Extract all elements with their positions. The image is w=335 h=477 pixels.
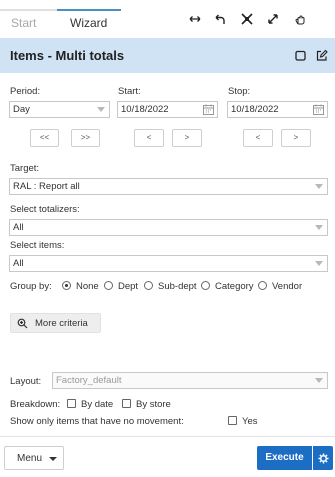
items-label: Select items: — [10, 240, 65, 251]
chevron-down-icon — [315, 261, 323, 266]
edit-icon[interactable] — [315, 49, 328, 62]
layout-label: Layout: — [10, 376, 42, 387]
resize-horizontal-icon[interactable] — [188, 12, 202, 26]
no-movement-label: Show only items that have no movement: — [10, 416, 184, 427]
chevron-down-icon — [315, 184, 323, 189]
group-by-subdept-label: Sub-dept — [158, 281, 197, 292]
start-date-input[interactable]: 10/18/2022 — [117, 101, 218, 118]
no-movement-checkbox[interactable] — [228, 416, 237, 425]
stop-date-input[interactable]: 10/18/2022 — [227, 101, 328, 118]
group-by-category-label: Category — [215, 281, 254, 292]
period-fast-back-button[interactable]: << — [30, 129, 59, 147]
target-value: RAL : Report all — [13, 181, 80, 192]
group-by-vendor-label: Vendor — [272, 281, 303, 292]
stop-back-button[interactable]: < — [243, 129, 273, 147]
execute-button[interactable]: Execute — [257, 446, 312, 470]
zoom-icon — [17, 318, 28, 329]
tab-bar: Start Wizard — [0, 0, 335, 38]
breakdown-by-date-label: By date — [81, 399, 114, 410]
totalizers-value: All — [13, 222, 24, 233]
period-fast-forward-button[interactable]: >> — [71, 129, 100, 147]
caret-down-icon — [49, 457, 57, 461]
totalizers-label: Select totalizers: — [10, 204, 80, 215]
start-back-button[interactable]: < — [134, 129, 164, 147]
collapse-icon[interactable] — [240, 12, 254, 26]
tab-start-indicator — [0, 9, 57, 11]
start-date-value: 10/18/2022 — [121, 104, 169, 115]
hand-icon[interactable] — [293, 12, 307, 26]
chevron-down-icon — [97, 107, 105, 112]
tab-wizard-indicator — [57, 9, 121, 11]
gear-icon — [317, 452, 329, 464]
breakdown-label: Breakdown: — [10, 399, 61, 410]
layout-value: Factory_default — [56, 375, 122, 386]
items-value: All — [13, 258, 24, 269]
tab-start[interactable]: Start — [11, 16, 36, 30]
chevron-down-icon — [315, 378, 323, 383]
group-by-vendor-radio[interactable] — [258, 281, 267, 290]
page-title: Items - Multi totals — [10, 48, 125, 63]
stop-label: Stop: — [228, 86, 251, 97]
group-by-none-radio[interactable] — [62, 281, 71, 290]
group-by-dept-label: Dept — [118, 281, 139, 292]
dialog-header: Items - Multi totals — [0, 38, 335, 73]
group-by-category-radio[interactable] — [201, 281, 210, 290]
period-label: Period: — [10, 86, 41, 97]
stop-forward-button[interactable]: > — [281, 129, 311, 147]
window-icon[interactable] — [294, 49, 307, 62]
layout-select[interactable]: Factory_default — [52, 372, 328, 389]
period-value: Day — [13, 104, 30, 115]
more-criteria-button[interactable]: More criteria — [10, 313, 101, 333]
breakdown-by-store-checkbox[interactable] — [122, 399, 131, 408]
undo-icon[interactable] — [212, 12, 226, 26]
target-label: Target: — [10, 163, 40, 174]
period-select[interactable]: Day — [9, 101, 110, 118]
start-forward-button[interactable]: > — [172, 129, 202, 147]
items-select[interactable]: All — [9, 255, 328, 272]
footer-divider — [0, 436, 335, 437]
breakdown-by-date-checkbox[interactable] — [67, 399, 76, 408]
stop-date-value: 10/18/2022 — [231, 104, 279, 115]
group-by-subdept-radio[interactable] — [144, 281, 153, 290]
calendar-icon[interactable] — [203, 104, 214, 115]
target-select[interactable]: RAL : Report all — [9, 178, 328, 195]
breakdown-by-store-label: By store — [136, 399, 171, 410]
menu-label: Menu — [17, 453, 43, 464]
expand-icon[interactable] — [266, 12, 280, 26]
group-by-dept-radio[interactable] — [104, 281, 113, 290]
chevron-down-icon — [315, 225, 323, 230]
start-label: Start: — [118, 86, 141, 97]
group-by-none-label: None — [76, 281, 99, 292]
tab-wizard[interactable]: Wizard — [70, 16, 107, 30]
group-by-label: Group by: — [10, 281, 52, 292]
no-movement-yes-label: Yes — [242, 416, 258, 427]
execute-options-button[interactable] — [313, 446, 333, 470]
totalizers-select[interactable]: All — [9, 219, 328, 236]
menu-button[interactable]: Menu — [4, 446, 64, 470]
calendar-icon[interactable] — [313, 104, 324, 115]
more-criteria-label: More criteria — [35, 318, 88, 329]
